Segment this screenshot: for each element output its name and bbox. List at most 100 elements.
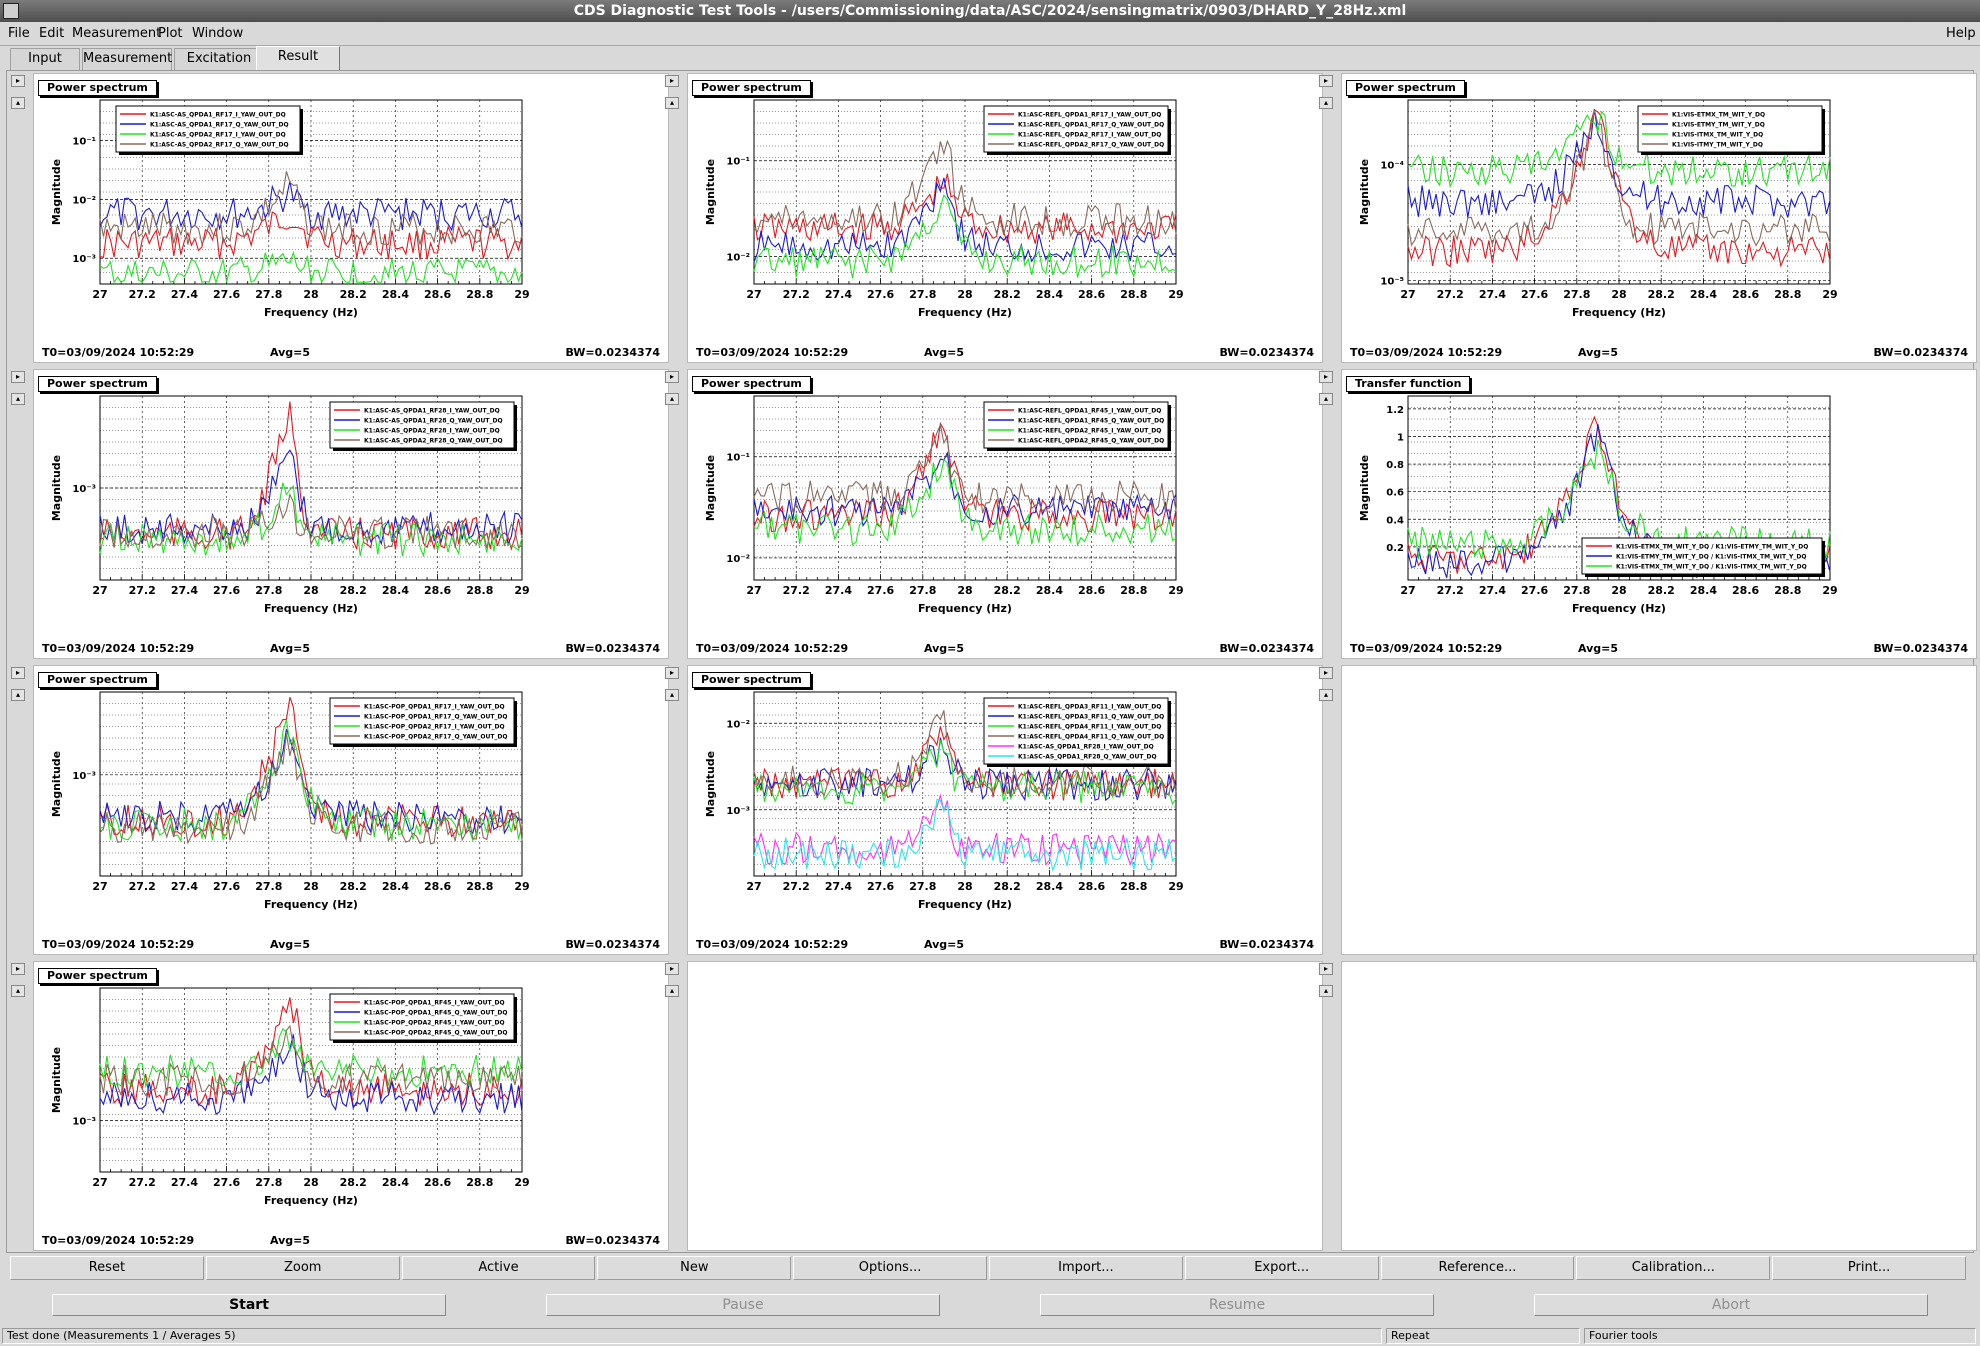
reset-button[interactable]: Reset [10,1256,204,1280]
menu-measurement[interactable]: Measurement [72,26,161,41]
plot-pad[interactable]: 27 27.2 27.4 27.6 27.8 28 28.2 28.4 28.6 28.8 29 10… [33,961,669,1251]
x-tick-label: 27.8 [255,288,282,301]
expand-right-icon[interactable]: ▸ [11,667,25,679]
plot-pad[interactable]: 27 27.2 27.4 27.6 27.8 28 28.2 28.4 28.6 28.8 29 10… [687,73,1323,363]
x-tick-label: 27.4 [171,288,198,301]
expand-right-icon[interactable]: ▸ [11,371,25,383]
export-button[interactable]: Export... [1184,1256,1379,1280]
x-tick-label: 29 [1168,288,1183,301]
bw-label: BW=0.0234374 [565,1234,660,1247]
expand-right-icon[interactable]: ▸ [665,963,679,975]
bw-label: BW=0.0234374 [1219,642,1314,655]
x-tick-label: 28.4 [1036,880,1063,893]
expand-up-icon[interactable]: ▴ [11,393,25,405]
tab-input[interactable]: Input [10,48,80,70]
calibration-button[interactable]: Calibration... [1576,1256,1771,1280]
expand-up-icon[interactable]: ▴ [1319,689,1333,701]
x-tick-label: 27.2 [1437,584,1464,597]
expand-up-icon[interactable]: ▴ [665,393,679,405]
expand-right-icon[interactable]: ▸ [665,371,679,383]
t0-label: T0=03/09/2024 10:52:29 [696,346,849,359]
plot-pad[interactable]: 27 27.2 27.4 27.6 27.8 28 28.2 28.4 28.6 28.8 29 10… [33,369,669,659]
start-button[interactable]: Start [52,1294,446,1316]
menu-window[interactable]: Window [192,26,243,41]
plot-pad[interactable] [687,961,1323,1251]
legend-entry: K1:ASC-POP_QPDA1_RF45_Q_YAW_OUT_DQ [364,1010,508,1017]
plot-pad[interactable]: 27 27.2 27.4 27.6 27.8 28 28.2 28.4 28.6 28.8 29 10… [1341,73,1977,363]
expand-up-icon[interactable]: ▴ [1319,985,1333,997]
window-title: CDS Diagnostic Test Tools - /users/Commi… [573,3,1407,19]
zoom-button[interactable]: Zoom [205,1256,400,1280]
plot-pad[interactable] [1341,665,1977,955]
plot-pad[interactable]: 27 27.2 27.4 27.6 27.8 28 28.2 28.4 28.6 28.8 29 10… [33,665,669,955]
expand-right-icon[interactable]: ▸ [1319,75,1333,87]
menu-plot[interactable]: Plot [158,26,183,41]
expand-up-icon[interactable]: ▴ [665,97,679,109]
bw-label: BW=0.0234374 [565,642,660,655]
tab-excitation[interactable]: Excitation [174,48,264,70]
reference-button[interactable]: Reference... [1380,1256,1575,1280]
pause-button[interactable]: Pause [546,1294,940,1316]
options-button[interactable]: Options... [793,1256,987,1280]
plot-title: Transfer function [1346,376,1471,392]
x-tick-label: 27 [92,288,107,301]
expand-up-icon[interactable]: ▴ [665,985,679,997]
x-tick-label: 27 [92,1176,107,1189]
plot-pad[interactable]: 27 27.2 27.4 27.6 27.8 28 28.2 28.4 28.6 28.8 29 1.… [1341,369,1977,659]
y-axis-label: Magnitude [50,751,63,817]
expand-right-icon[interactable]: ▸ [11,963,25,975]
window-menu-icon[interactable] [3,3,19,19]
bw-label: BW=0.0234374 [1873,642,1968,655]
active-button[interactable]: Active [401,1256,596,1280]
y-tick-label: 10⁻¹ [726,157,750,168]
x-tick-label: 29 [514,880,529,893]
print-button[interactable]: Print... [1772,1256,1966,1280]
x-tick-label: 27.4 [825,880,852,893]
expand-right-icon[interactable]: ▸ [11,75,25,87]
x-tick-label: 28.8 [466,288,493,301]
plot-canvas: 27 27.2 27.4 27.6 27.8 28 28.2 28.4 28.6 28.8 29 10… [50,395,530,615]
expand-up-icon[interactable]: ▴ [1319,97,1333,109]
x-tick-label: 28.8 [1120,880,1147,893]
plot-pad[interactable] [1341,961,1977,1251]
x-tick-label: 28.6 [424,880,451,893]
y-tick-label: 0.8 [1386,460,1404,471]
legend-entry: K1:ASC-AS_QPDA1_RF17_Q_YAW_OUT_DQ [150,122,289,129]
y-tick-label: 1.2 [1386,405,1404,416]
expand-right-icon[interactable]: ▸ [1319,667,1333,679]
legend-entry: K1:ASC-REFL_QPDA4_RF11_I_YAW_OUT_DQ [1018,724,1161,731]
new-button[interactable]: New [597,1256,792,1280]
expand-up-icon[interactable]: ▴ [11,689,25,701]
resume-button[interactable]: Resume [1040,1294,1434,1316]
expand-up-icon[interactable]: ▴ [665,689,679,701]
expand-up-icon[interactable]: ▴ [1319,393,1333,405]
plot-pad[interactable]: 27 27.2 27.4 27.6 27.8 28 28.2 28.4 28.6 28.8 29 10… [687,665,1323,955]
tab-measurement[interactable]: Measurement [82,48,172,70]
legend-entry: K1:VIS-ETMY_TM_WIT_Y_DQ [1672,122,1765,129]
result-panel: ▸ ▴ 27 27.2 27.4 27.6 27.8 28 28.2 28.4 28.6 28.8 29… [11,369,669,663]
x-tick-label: 27 [1400,288,1415,301]
expand-right-icon[interactable]: ▸ [665,667,679,679]
expand-up-icon[interactable]: ▴ [11,97,25,109]
x-tick-label: 27.6 [213,880,240,893]
expand-right-icon[interactable]: ▸ [1319,963,1333,975]
menu-file[interactable]: File [8,26,30,41]
plot-pad[interactable]: 27 27.2 27.4 27.6 27.8 28 28.2 28.4 28.6 28.8 29 10… [33,73,669,363]
legend-entry: K1:ASC-AS_QPDA1_RF17_I_YAW_OUT_DQ [150,112,286,119]
x-tick-label: 28.4 [382,584,409,597]
bw-label: BW=0.0234374 [1219,938,1314,951]
y-tick-label: 10⁻¹ [726,453,750,464]
tab-result[interactable]: Result [256,46,340,70]
expand-right-icon[interactable]: ▸ [665,75,679,87]
menu-help[interactable]: Help [1946,26,1976,41]
menu-edit[interactable]: Edit [39,26,64,41]
x-tick-label: 28.2 [994,584,1021,597]
import-button[interactable]: Import... [989,1256,1183,1280]
expand-right-icon[interactable]: ▸ [1319,371,1333,383]
expand-up-icon[interactable]: ▴ [11,985,25,997]
plot-pad[interactable]: 27 27.2 27.4 27.6 27.8 28 28.2 28.4 28.6 28.8 29 10… [687,369,1323,659]
x-axis-label: Frequency (Hz) [918,306,1012,319]
x-tick-label: 28.8 [1120,288,1147,301]
legend-entry: K1:ASC-AS_QPDA2_RF17_I_YAW_OUT_DQ [150,132,286,139]
abort-button[interactable]: Abort [1534,1294,1928,1316]
